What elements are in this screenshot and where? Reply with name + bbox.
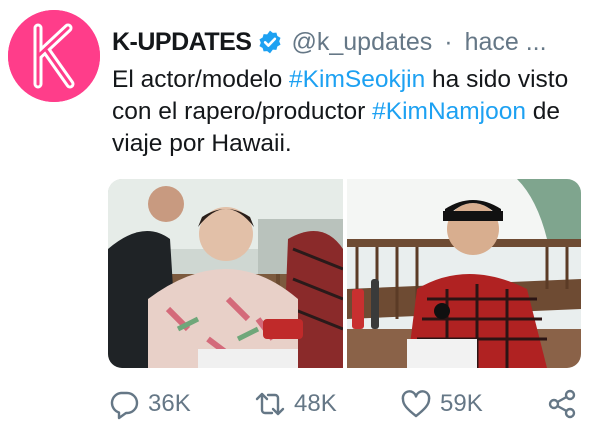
display-name[interactable]: K-UPDATES bbox=[112, 28, 252, 57]
retweet-icon bbox=[255, 392, 285, 416]
share-icon bbox=[548, 389, 576, 419]
timestamp[interactable]: hace ... bbox=[465, 28, 547, 57]
hashtag-link[interactable]: #KimSeokjin bbox=[289, 66, 425, 93]
tweet-header: K-UPDATES @k_updates · hace ... bbox=[112, 24, 547, 60]
hashtag-link[interactable]: #KimNamjoon bbox=[372, 98, 526, 125]
reply-count: 36K bbox=[148, 390, 191, 417]
tweet-text-part: El actor/modelo bbox=[112, 66, 290, 93]
tweet-photo-1[interactable] bbox=[108, 179, 343, 368]
tweet-text: El actor/modelo #KimSeokjin ha sido vist… bbox=[112, 64, 592, 160]
photo-icon bbox=[347, 179, 581, 368]
verified-badge-icon bbox=[257, 29, 283, 55]
photo-icon bbox=[108, 179, 343, 368]
avatar[interactable] bbox=[8, 10, 100, 102]
separator-dot: · bbox=[444, 27, 453, 56]
like-count: 59K bbox=[440, 390, 483, 417]
reply-icon bbox=[110, 391, 139, 420]
like-button[interactable]: 59K bbox=[400, 388, 483, 420]
tweet-actions: 36K 48K 59K bbox=[108, 386, 578, 422]
retweet-count: 48K bbox=[294, 390, 337, 417]
handle[interactable]: @k_updates bbox=[291, 28, 432, 57]
tweet-photo-2[interactable] bbox=[347, 179, 581, 368]
share-button[interactable] bbox=[546, 388, 578, 420]
reply-button[interactable]: 36K bbox=[108, 388, 191, 420]
retweet-button[interactable]: 48K bbox=[254, 388, 337, 420]
heart-icon bbox=[401, 390, 431, 418]
avatar-logo bbox=[8, 10, 100, 102]
